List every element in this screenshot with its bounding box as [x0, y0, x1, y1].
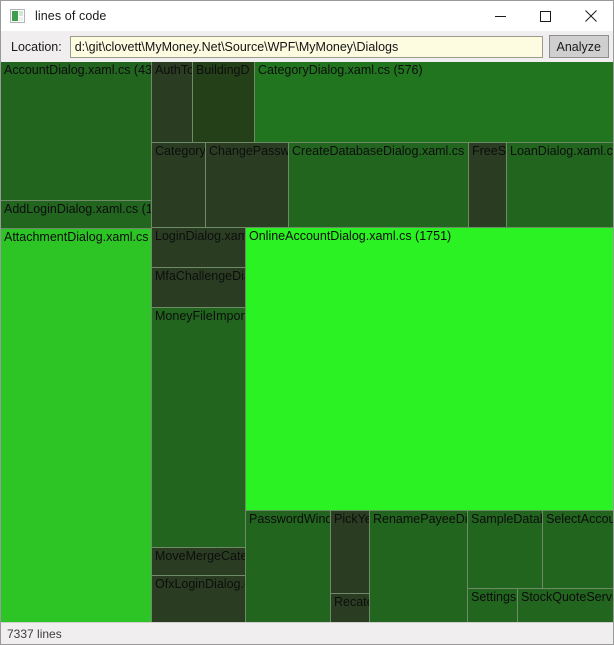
- location-label: Location:: [11, 39, 62, 54]
- treemap-tile[interactable]: Category: [152, 143, 206, 228]
- treemap-icon: [10, 8, 26, 24]
- treemap-tile[interactable]: MfaChallengeDia: [152, 268, 246, 308]
- treemap-tile-label: PickYe: [334, 512, 370, 526]
- treemap-tile[interactable]: MoneyFileImport: [152, 308, 246, 548]
- analyze-button[interactable]: Analyze: [548, 35, 609, 58]
- status-bar: 7337 lines: [1, 622, 613, 644]
- treemap-tile-label: BuildingD: [196, 63, 250, 77]
- treemap-tile-label: OnlineAccountDialog.xaml.cs (1751): [249, 229, 452, 243]
- treemap-tile-label: LoanDialog.xaml.cs: [510, 144, 613, 158]
- toolbar: Location: Analyze: [1, 31, 613, 62]
- treemap-tile[interactable]: SelectAccoun: [543, 511, 613, 589]
- window-controls: [478, 1, 613, 31]
- treemap-tile[interactable]: AddLoginDialog.xaml.cs (110: [1, 201, 152, 229]
- close-icon: [584, 10, 597, 22]
- treemap-tile[interactable]: ChangePasswo: [206, 143, 289, 228]
- treemap-tile-label: MoveMergeCate: [155, 549, 246, 563]
- treemap-tile[interactable]: StockQuoteServic: [518, 589, 613, 622]
- treemap-tile-label: RenamePayeeDial: [373, 512, 468, 526]
- treemap-tile[interactable]: AccountDialog.xaml.cs (431): [1, 62, 152, 201]
- treemap-tile-label: Recate: [334, 595, 370, 609]
- treemap-tile-label: AttachmentDialog.xaml.cs (1: [4, 230, 152, 244]
- location-input[interactable]: [69, 35, 543, 58]
- treemap-tile-label: SettingsD: [471, 590, 517, 604]
- maximize-icon: [540, 10, 551, 22]
- treemap-tile-label: SampleDatab: [471, 512, 543, 526]
- treemap-tile-label: AuthTol E: [155, 63, 193, 77]
- treemap-tile-label: ChangePasswo: [209, 144, 289, 158]
- treemap-tile[interactable]: BuildingD: [193, 62, 255, 143]
- treemap-tile-label: CategoryDialog.xaml.cs (576): [258, 63, 423, 77]
- treemap-tile-label: CreateDatabaseDialog.xaml.cs (34: [292, 144, 469, 158]
- status-text: 7337 lines: [7, 626, 62, 641]
- treemap-tile[interactable]: SampleDatab: [468, 511, 543, 589]
- treemap-tile[interactable]: OfxLoginDialog.c: [152, 576, 246, 622]
- treemap-container: AccountDialog.xaml.cs (431) AddLoginDialo…: [1, 62, 613, 622]
- treemap-chart[interactable]: AccountDialog.xaml.cs (431) AddLoginDialo…: [1, 62, 613, 622]
- treemap-tile-label: LoginDialog.xam: [155, 229, 246, 243]
- maximize-button[interactable]: [523, 1, 568, 31]
- treemap-tile[interactable]: CreateDatabaseDialog.xaml.cs (34: [289, 143, 469, 228]
- treemap-tile-label: StockQuoteServic: [521, 590, 613, 604]
- treemap-tile[interactable]: FreeSt: [469, 143, 507, 228]
- minimize-button[interactable]: [478, 1, 523, 31]
- title-bar: lines of code: [1, 1, 613, 31]
- treemap-tile-label: OfxLoginDialog.c: [155, 577, 246, 591]
- treemap-tile[interactable]: Recate: [331, 594, 370, 622]
- treemap-tile-label: Category: [155, 144, 206, 158]
- treemap-tile[interactable]: OnlineAccountDialog.xaml.cs (1751): [246, 228, 613, 511]
- treemap-tile[interactable]: AuthTol E: [152, 62, 193, 143]
- treemap-tile[interactable]: CategoryDialog.xaml.cs (576): [255, 62, 613, 143]
- treemap-tile-label: PasswordWind: [249, 512, 331, 526]
- treemap-tile-label: FreeSt: [472, 144, 507, 158]
- treemap-tile[interactable]: LoginDialog.xam: [152, 228, 246, 268]
- treemap-tile-label: AddLoginDialog.xaml.cs (110: [4, 202, 152, 216]
- window-title: lines of code: [35, 9, 107, 23]
- treemap-tile[interactable]: MoveMergeCate: [152, 548, 246, 576]
- treemap-tile-label: MoneyFileImport: [155, 309, 246, 323]
- treemap-tile[interactable]: PickYe: [331, 511, 370, 594]
- treemap-tile-label: SelectAccoun: [546, 512, 613, 526]
- application-window: lines of code Location: An: [0, 0, 614, 645]
- treemap-tile[interactable]: LoanDialog.xaml.cs: [507, 143, 613, 228]
- treemap-tile[interactable]: PasswordWind: [246, 511, 331, 622]
- treemap-tile-label: MfaChallengeDia: [155, 269, 246, 283]
- treemap-tile-label: AccountDialog.xaml.cs (431): [4, 63, 152, 77]
- close-button[interactable]: [568, 1, 613, 31]
- minimize-icon: [495, 15, 506, 17]
- treemap-tile[interactable]: RenamePayeeDial: [370, 511, 468, 622]
- treemap-tile[interactable]: SettingsD: [468, 589, 518, 622]
- treemap-tile[interactable]: AttachmentDialog.xaml.cs (1: [1, 229, 152, 622]
